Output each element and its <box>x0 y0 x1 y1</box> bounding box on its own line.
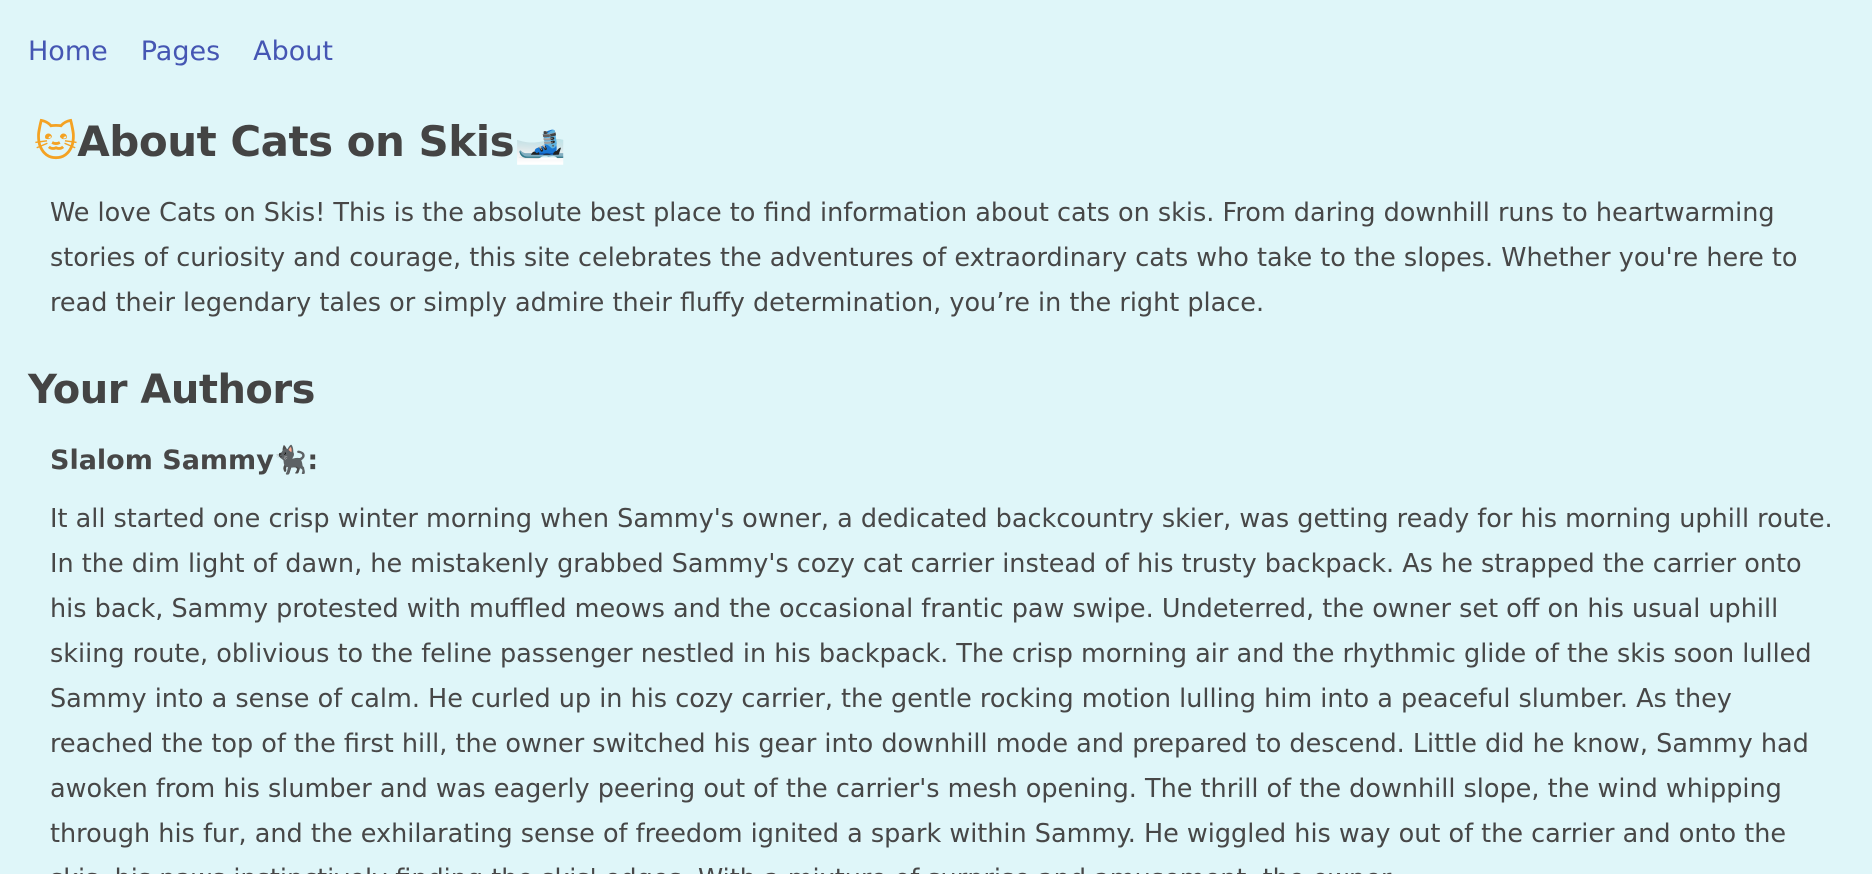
page-title-text: About Cats on Skis <box>77 117 515 166</box>
intro-paragraph: We love Cats on Skis! This is the absolu… <box>50 198 1798 318</box>
top-navigation: Home Pages About <box>28 36 333 67</box>
black-cat-icon: 🐈‍⬛ <box>273 445 308 476</box>
author-name: Slalom Sammy🐈‍⬛: <box>50 442 318 480</box>
page: { "nav": { "items": ["Home", "Pages", "A… <box>0 0 1872 874</box>
author-story-paragraph: It all started one crisp winter morning … <box>50 504 1833 874</box>
nav-about-link[interactable]: About <box>253 36 333 67</box>
page-title: 🐱About Cats on Skis🎿 <box>34 114 566 170</box>
nav-home-link[interactable]: Home <box>28 36 108 67</box>
cat-face-icon: 🐱 <box>34 117 78 166</box>
ski-icon: 🎿 <box>514 117 566 166</box>
authors-heading: Your Authors <box>28 367 315 413</box>
author-name-text: Slalom Sammy <box>50 445 274 476</box>
nav-pages-link[interactable]: Pages <box>141 36 220 67</box>
author-name-colon: : <box>307 445 319 476</box>
